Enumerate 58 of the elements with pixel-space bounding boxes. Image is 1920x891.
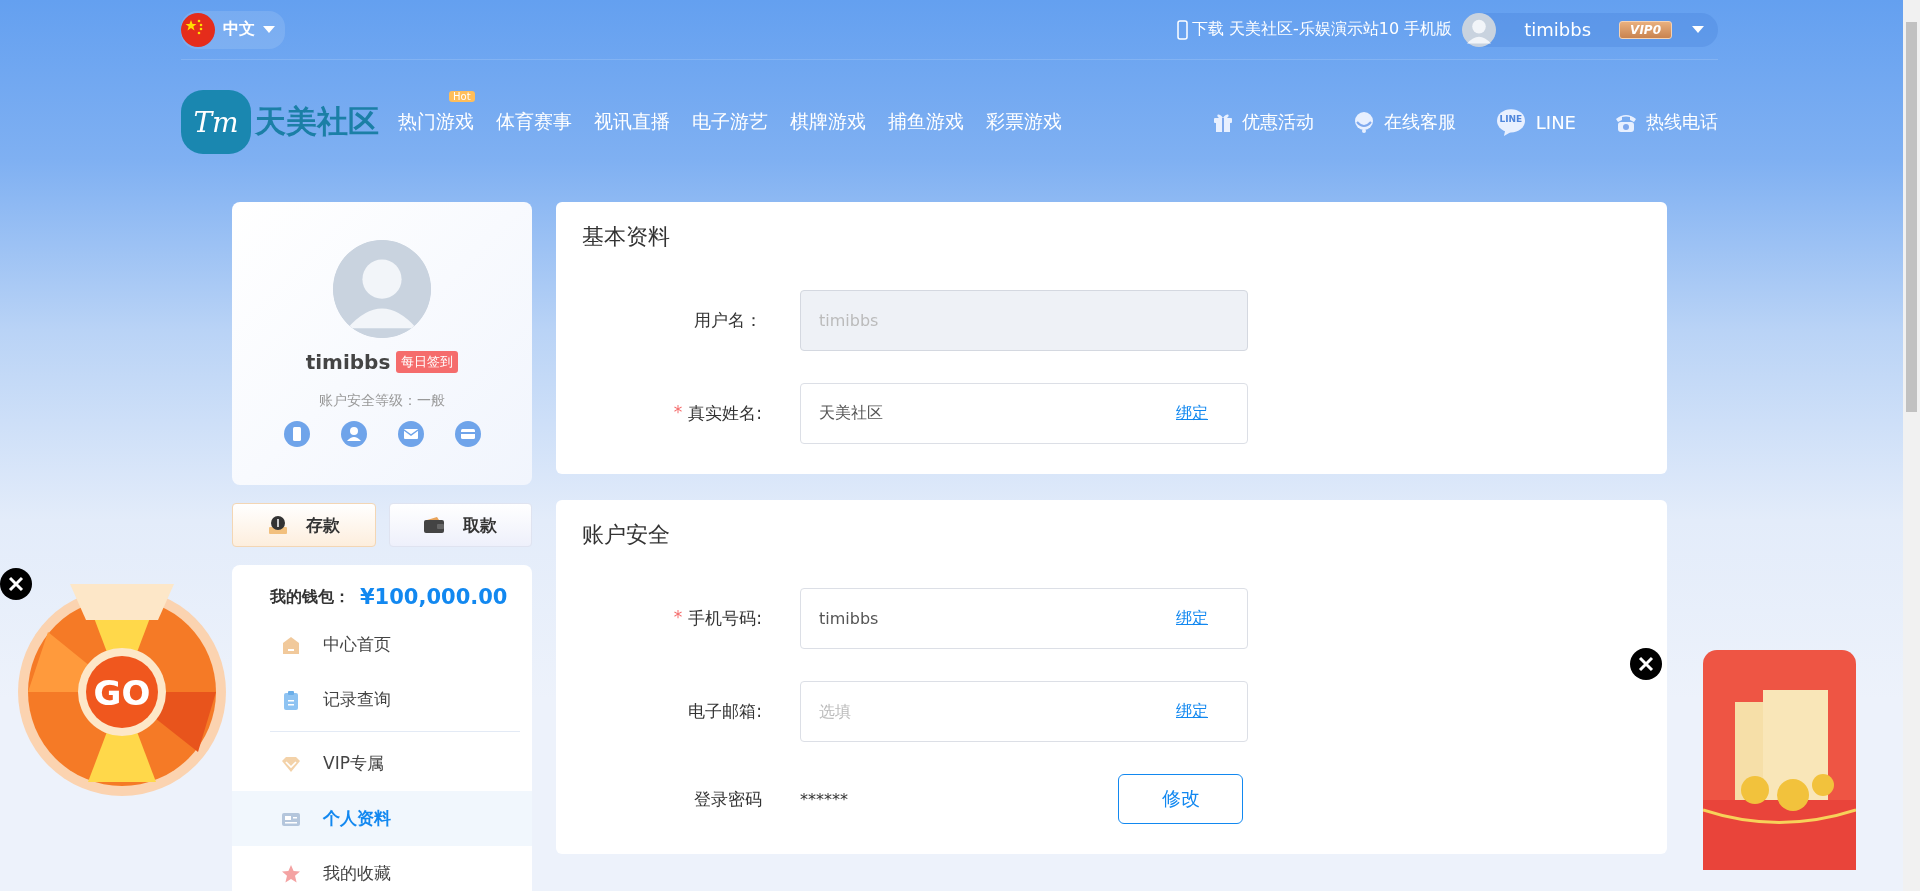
field-label: 用户名： xyxy=(694,309,762,332)
modify-button[interactable]: 修改 xyxy=(1118,774,1243,824)
nav-item[interactable]: 热门游戏 xyxy=(387,109,485,135)
close-icon[interactable] xyxy=(0,568,32,600)
username: timibbs xyxy=(1523,19,1593,40)
logo-mark[interactable]: Tm xyxy=(181,90,251,154)
required-mark: * xyxy=(673,402,683,424)
download-link[interactable]: 下载 天美社区-乐娱演示站10 手机版 xyxy=(1191,19,1453,40)
menu-item[interactable]: 记录查询 xyxy=(232,672,532,727)
flag-icon xyxy=(181,12,215,47)
wallet-balance: ¥100,000.00 xyxy=(360,585,508,609)
avatar xyxy=(1462,12,1497,47)
language-selector[interactable]: 中文 xyxy=(181,10,285,49)
menu-item[interactable]: 个人资料 xyxy=(232,791,532,846)
menu-item[interactable]: VIP专属 xyxy=(232,736,532,791)
hot-badge: Hot xyxy=(449,91,475,102)
coin-icon xyxy=(267,515,288,535)
daily-checkin-button[interactable]: 每日签到 xyxy=(396,351,459,373)
nav-item[interactable]: 彩票游戏 xyxy=(975,109,1073,135)
section-title: 基本资料 xyxy=(582,223,671,251)
menu-item[interactable]: 中心首页 xyxy=(232,617,532,672)
header-link[interactable]: 热线电话 xyxy=(1614,108,1718,136)
withdraw-button[interactable]: 取款 xyxy=(388,503,532,547)
wallet-icon xyxy=(423,516,446,534)
security-level: 账户安全等级：一般 xyxy=(319,392,445,410)
mobile-icon xyxy=(1176,19,1188,40)
mail-icon[interactable] xyxy=(397,421,424,447)
required-mark: * xyxy=(673,607,683,629)
header-link[interactable]: 在线客服 xyxy=(1351,108,1456,136)
nav-item[interactable]: 电子游艺 xyxy=(681,109,779,135)
section-title: 账户安全 xyxy=(582,521,671,549)
caret-icon[interactable] xyxy=(1692,26,1704,33)
nav-item[interactable]: 棋牌游戏 xyxy=(779,109,877,135)
menu-item[interactable]: 我的收藏 xyxy=(232,846,532,891)
deposit-button[interactable]: 存款 xyxy=(232,503,376,547)
bind-link[interactable]: 绑定 xyxy=(1176,608,1208,629)
mobile-icon[interactable] xyxy=(283,421,310,447)
wallet-label: 我的钱包： xyxy=(270,586,350,608)
header-link[interactable]: 优惠活动 xyxy=(1211,108,1314,136)
card-icon[interactable] xyxy=(454,421,481,447)
field-label: 真实姓名: xyxy=(688,402,762,425)
bind-link[interactable]: 绑定 xyxy=(1176,403,1208,424)
profile-username: timibbs xyxy=(305,350,391,374)
header-link[interactable]: LINE LINE xyxy=(1493,108,1576,136)
field-label: 电子邮箱: xyxy=(688,700,762,723)
bind-link[interactable]: 绑定 xyxy=(1176,701,1208,722)
gift-envelope-drawing[interactable] xyxy=(1703,650,1856,870)
vip-badge: VIP0 xyxy=(1619,20,1672,39)
scrollbar-thumb[interactable] xyxy=(1906,22,1917,412)
field-label: 手机号码: xyxy=(688,607,762,630)
nav-item[interactable]: 捕鱼游戏 xyxy=(877,109,975,135)
caret-icon xyxy=(263,26,275,33)
nav-item[interactable]: 体育赛事 xyxy=(485,109,583,135)
nav-item[interactable]: 视讯直播 xyxy=(583,109,681,135)
password-value: ****** xyxy=(800,789,849,809)
user-icon[interactable] xyxy=(340,421,367,447)
logo-text[interactable]: 天美社区 xyxy=(255,101,379,143)
field-label: 登录密码 xyxy=(694,787,762,811)
